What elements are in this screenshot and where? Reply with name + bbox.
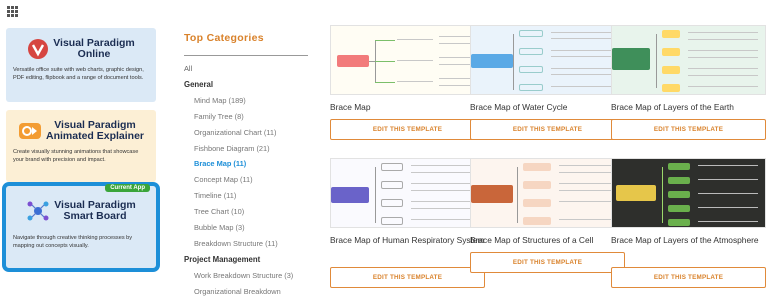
app-description: Create visually stunning animations that…: [13, 149, 139, 163]
template-card[interactable]: Brace Map of Water Cycle EDIT THIS TEMPL…: [470, 25, 625, 140]
app-card-animated-explainer[interactable]: Visual Paradigm Animated Explainer Creat…: [6, 110, 156, 182]
category-item[interactable]: Mind Map (189): [184, 93, 314, 109]
animated-explainer-logo-icon: [18, 123, 41, 139]
template-card[interactable]: Brace Map of Structures of a Cell EDIT T…: [470, 158, 625, 273]
template-card[interactable]: Brace Map of Layers of the Earth EDIT TH…: [611, 25, 766, 140]
template-thumbnail[interactable]: [611, 158, 766, 228]
categories-divider: [184, 55, 308, 56]
category-item[interactable]: Concept Map (11): [184, 172, 314, 188]
category-item[interactable]: Family Tree (8): [184, 109, 314, 125]
category-item-active[interactable]: Brace Map (11): [184, 156, 314, 172]
app-grid-icon[interactable]: [7, 6, 18, 17]
template-title[interactable]: Brace Map of Layers of the Atmosphere: [611, 234, 766, 248]
edit-template-button[interactable]: EDIT THIS TEMPLATE: [330, 119, 485, 140]
category-item[interactable]: Fishbone Diagram (21): [184, 141, 314, 157]
template-card[interactable]: Brace Map of Human Respiratory System ED…: [330, 158, 485, 288]
template-thumbnail[interactable]: [611, 25, 766, 95]
template-card[interactable]: Brace Map of Layers of the Atmosphere ED…: [611, 158, 766, 288]
app-card-visual-paradigm-online[interactable]: Visual Paradigm Online Versatile office …: [6, 28, 156, 102]
category-item[interactable]: Organizational Breakdown: [184, 284, 314, 300]
visual-paradigm-online-logo-icon: [28, 39, 49, 59]
category-item[interactable]: Work Breakdown Structure (3): [184, 268, 314, 284]
template-title[interactable]: Brace Map of Structures of a Cell: [470, 234, 625, 248]
app-subname: Online: [77, 48, 111, 60]
template-title[interactable]: Brace Map: [330, 101, 485, 115]
edit-template-button[interactable]: EDIT THIS TEMPLATE: [330, 267, 485, 288]
category-sidebar: Top Categories All General Mind Map (189…: [184, 32, 314, 300]
categories-title: Top Categories: [184, 32, 264, 44]
current-app-badge: Current App: [105, 184, 150, 192]
edit-template-button[interactable]: EDIT THIS TEMPLATE: [611, 267, 766, 288]
app-subname: Animated Explainer: [45, 130, 145, 142]
category-item[interactable]: Organizational Chart (11): [184, 125, 314, 141]
category-item[interactable]: Bubble Map (3): [184, 220, 314, 236]
template-title[interactable]: Brace Map of Human Respiratory System: [330, 234, 485, 248]
app-description: Versatile office suite with web charts, …: [13, 67, 144, 81]
template-title[interactable]: Brace Map of Layers of the Earth: [611, 101, 766, 115]
category-item[interactable]: Timeline (11): [184, 188, 314, 204]
category-group-project-management: Project Management: [184, 254, 261, 264]
edit-template-button[interactable]: EDIT THIS TEMPLATE: [470, 119, 625, 140]
app-description: Navigate through creative thinking proce…: [13, 235, 133, 249]
template-thumbnail[interactable]: [470, 158, 625, 228]
app-card-smart-board[interactable]: Current App Visual Paradigm Smart Board …: [2, 182, 160, 272]
edit-template-button[interactable]: EDIT THIS TEMPLATE: [611, 119, 766, 140]
category-group-general: General: [184, 79, 214, 89]
app-subname: Smart Board: [63, 210, 127, 222]
smart-board-logo-icon: [27, 201, 49, 221]
template-thumbnail[interactable]: [330, 25, 485, 95]
category-item[interactable]: Breakdown Structure (11): [184, 236, 314, 252]
template-thumbnail[interactable]: [470, 25, 625, 95]
template-card[interactable]: Brace Map EDIT THIS TEMPLATE: [330, 25, 485, 140]
category-item[interactable]: Tree Chart (10): [184, 204, 314, 220]
template-title[interactable]: Brace Map of Water Cycle: [470, 101, 625, 115]
edit-template-button[interactable]: EDIT THIS TEMPLATE: [470, 252, 625, 273]
category-all[interactable]: All: [184, 61, 314, 77]
template-thumbnail[interactable]: [330, 158, 485, 228]
